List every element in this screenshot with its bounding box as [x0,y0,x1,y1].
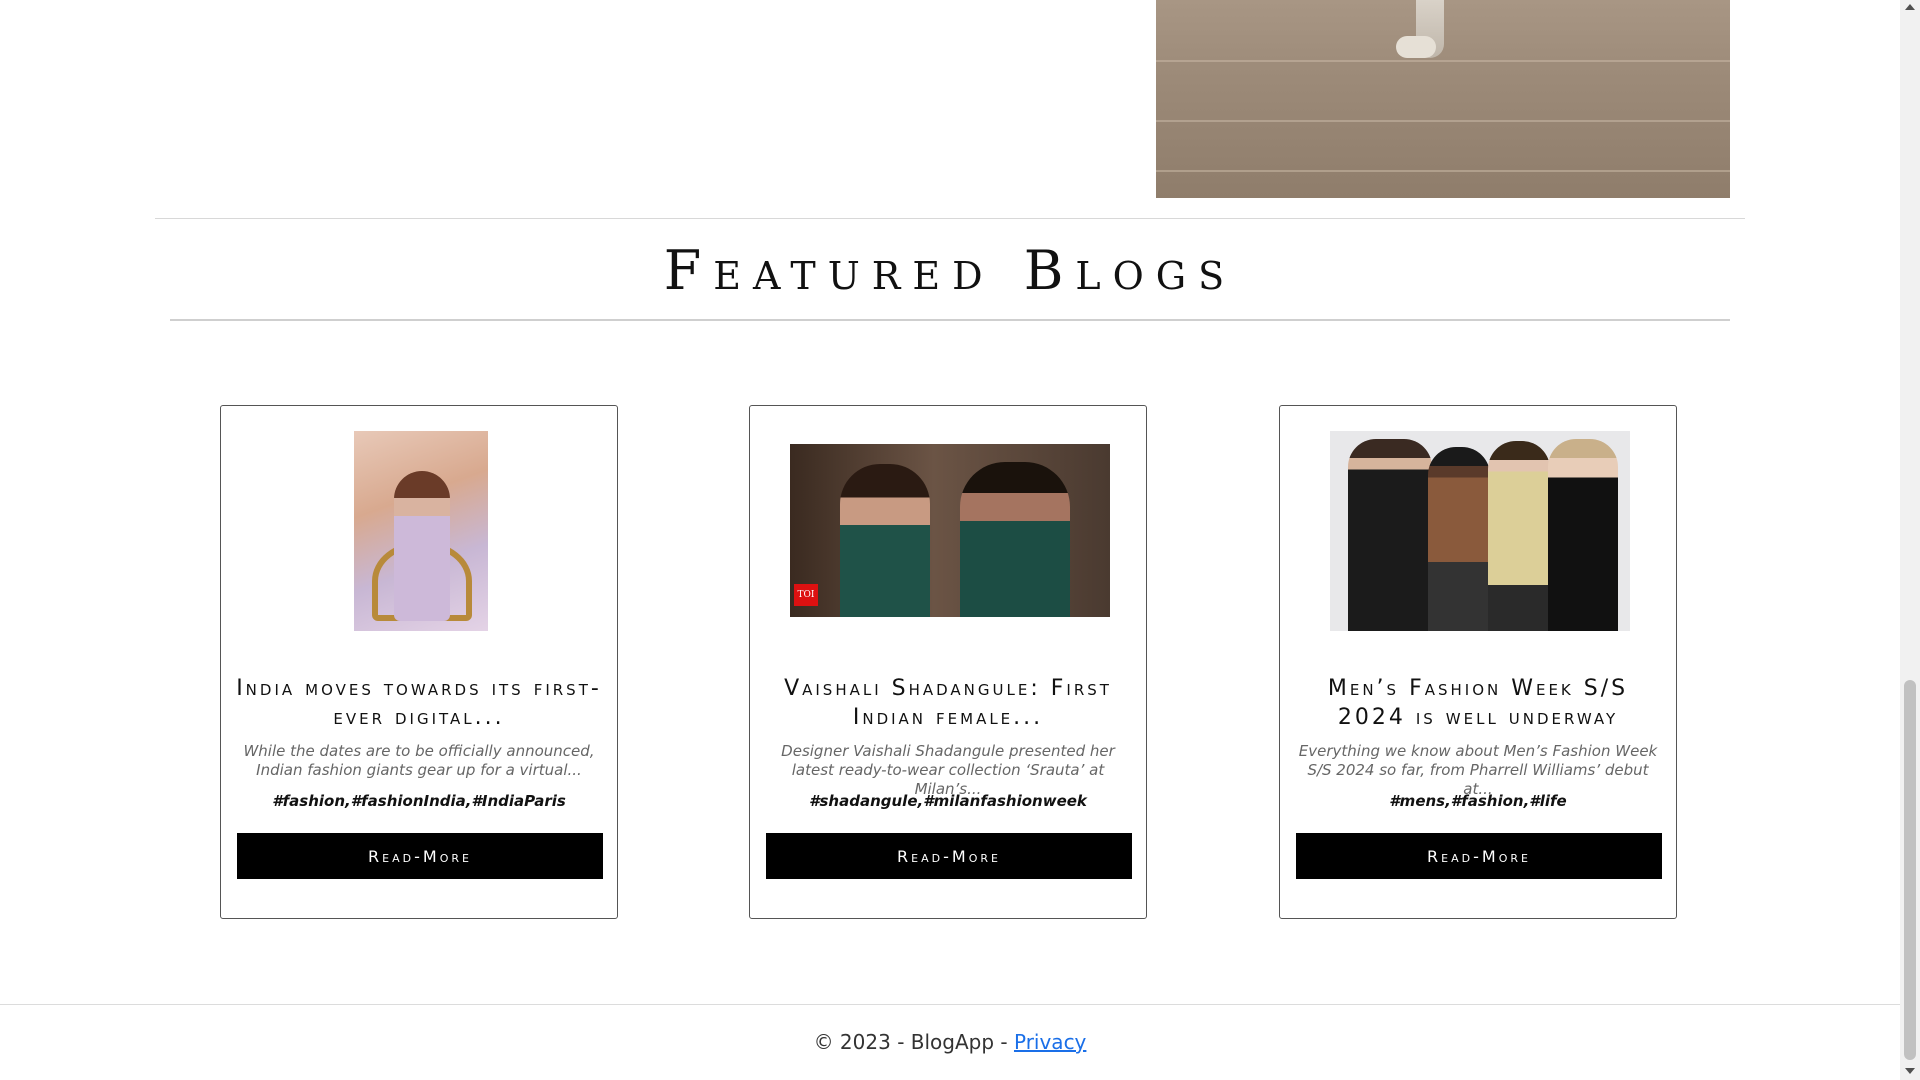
card-image[interactable] [1330,431,1630,631]
footer-divider [0,1004,1900,1005]
page: Featured Blogs India moves towards its f… [0,0,1900,1080]
toi-logo: TOI [794,584,818,606]
card-tags: #fashion,#fashionIndia,#IndiaParis [272,792,566,810]
read-more-button[interactable]: Read-More [766,833,1132,879]
card-image[interactable] [354,431,488,631]
hero-image [1156,0,1730,198]
blog-card: India moves towards its first-ever digit… [220,405,618,919]
card-tags: #shadangule,#milanfashionweek [809,792,1087,810]
read-more-button[interactable]: Read-More [237,833,603,879]
blog-card: TOI Vaishali Shadangule: First Indian fe… [749,405,1147,919]
card-description: Everything we know about Men’s Fashion W… [1298,742,1658,798]
divider [155,218,1745,219]
footer-copyright: © 2023 - BlogApp - [813,1030,1014,1054]
card-image[interactable]: TOI [790,444,1110,617]
card-description: Designer Vaishali Shadangule presented h… [781,742,1115,798]
scroll-down-arrow-icon[interactable] [1905,1068,1915,1074]
scroll-up-arrow-icon[interactable] [1905,4,1915,10]
read-more-button[interactable]: Read-More [1296,833,1662,879]
card-description: While the dates are to be officially ann… [243,742,595,779]
privacy-link[interactable]: Privacy [1014,1030,1086,1054]
card-tags: #mens,#fashion,#life [1389,792,1567,810]
footer: © 2023 - BlogApp - Privacy [0,1030,1900,1054]
card-title: Men’s Fashion Week S/S 2024 is well unde… [1327,676,1629,730]
model-shoe [1396,36,1436,58]
title-divider [170,319,1730,321]
card-title: India moves towards its first-ever digit… [236,676,602,730]
blog-card: Men’s Fashion Week S/S 2024 is well unde… [1279,405,1677,919]
vertical-scrollbar[interactable] [1900,0,1920,1080]
scrollbar-thumb[interactable] [1904,680,1916,1060]
card-title: Vaishali Shadangule: First Indian female… [784,676,1112,730]
section-title: Featured Blogs [663,239,1237,302]
